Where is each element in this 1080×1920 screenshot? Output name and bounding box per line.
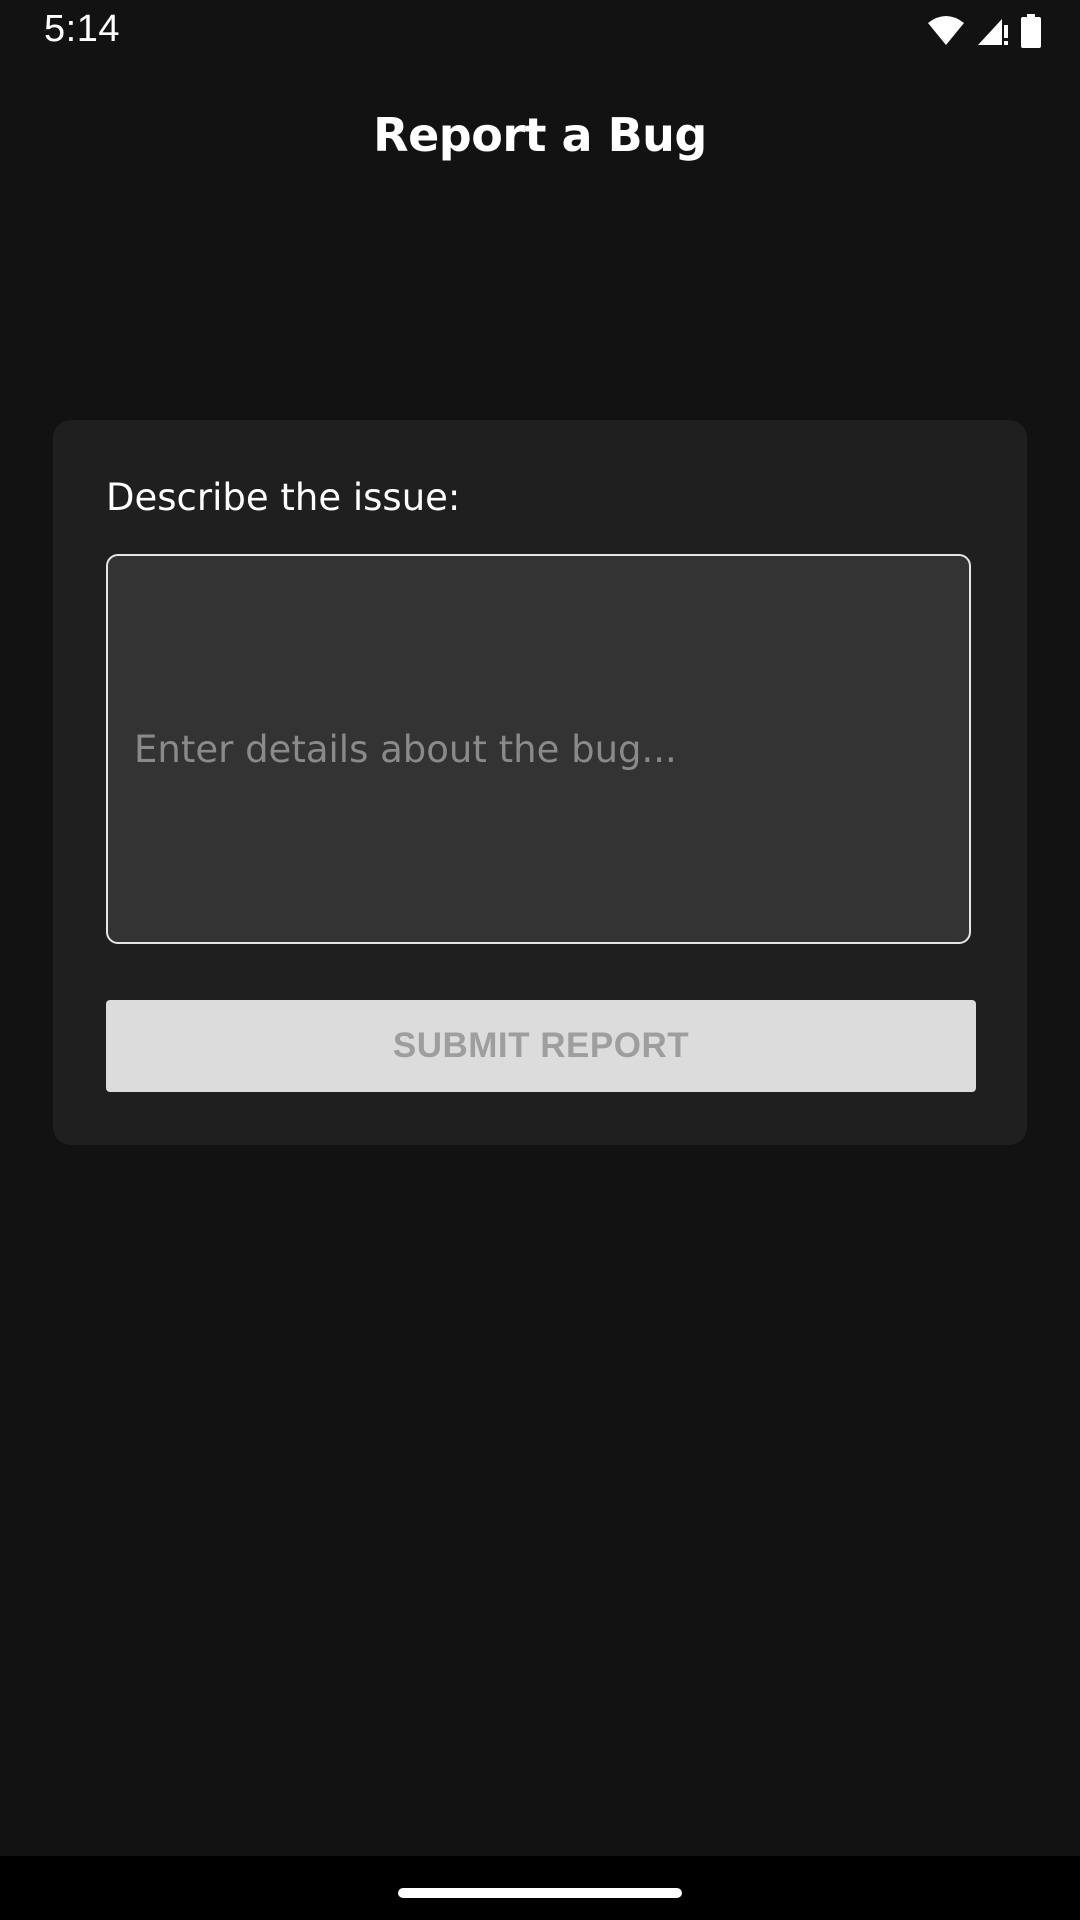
signal-icon — [976, 15, 1010, 47]
describe-issue-label: Describe the issue: — [106, 476, 461, 519]
submit-report-button[interactable]: SUBMIT REPORT — [106, 1000, 976, 1092]
screen: 5:14 Report a Bug Describe the issue: En… — [0, 0, 1080, 1920]
page-title: Report a Bug — [373, 108, 707, 162]
navigation-bar — [0, 1856, 1080, 1920]
bug-details-placeholder: Enter details about the bug... — [134, 727, 677, 771]
wifi-icon — [926, 15, 966, 47]
battery-icon — [1020, 14, 1042, 48]
bug-report-card: Describe the issue: Enter details about … — [53, 420, 1027, 1145]
status-icons — [926, 14, 1042, 48]
home-indicator[interactable] — [398, 1888, 682, 1898]
status-time: 5:14 — [44, 8, 120, 50]
bug-details-input[interactable]: Enter details about the bug... — [106, 554, 971, 944]
status-bar: 5:14 — [0, 0, 1080, 62]
